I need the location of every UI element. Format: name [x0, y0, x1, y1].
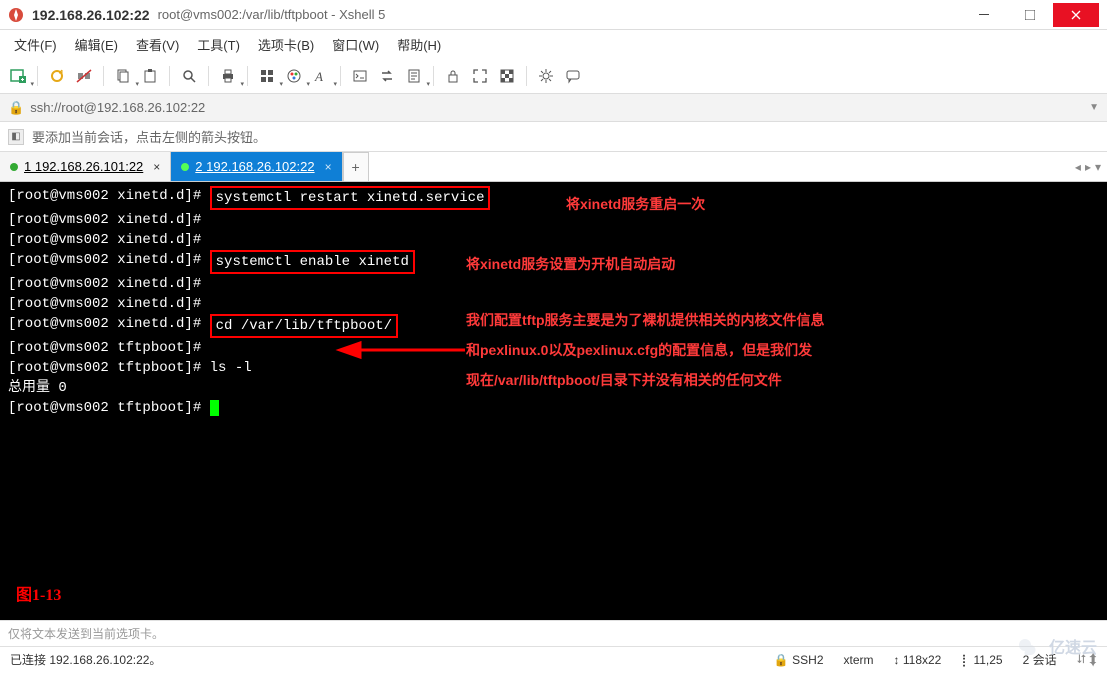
tab-label: 1 192.168.26.101:22: [24, 159, 143, 174]
menu-view[interactable]: 查看(V): [128, 31, 187, 58]
toolbar-separator: [103, 66, 104, 86]
tab-next-icon[interactable]: ▸: [1085, 160, 1091, 174]
prompt: [root@vms002 xinetd.d]#: [8, 314, 201, 334]
chat-icon[interactable]: [561, 64, 585, 88]
log-icon[interactable]: [402, 64, 426, 88]
prompt: [root@vms002 tftpboot]#: [8, 358, 201, 378]
toolbar-separator: [37, 66, 38, 86]
cursor: [210, 400, 219, 416]
transparency-icon[interactable]: [495, 64, 519, 88]
cmd-box: cd /var/lib/tftpboot/: [210, 314, 398, 338]
status-dot-icon: [181, 163, 189, 171]
figure-label: 图1-13: [16, 586, 61, 606]
status-ssh: 🔒 SSH2: [774, 653, 824, 667]
input-hint-bar[interactable]: 仅将文本发送到当前选项卡。: [0, 620, 1107, 646]
new-session-icon[interactable]: [6, 64, 30, 88]
print-icon[interactable]: [216, 64, 240, 88]
status-term: xterm: [844, 653, 874, 667]
session-tab-2[interactable]: 2 192.168.26.102:22 ×: [171, 152, 342, 181]
find-icon[interactable]: [177, 64, 201, 88]
toolbar-separator: [433, 66, 434, 86]
status-connection: 已连接 192.168.26.102:22。: [10, 651, 161, 668]
menu-file[interactable]: 文件(F): [6, 31, 65, 58]
menu-bar: 文件(F) 编辑(E) 查看(V) 工具(T) 选项卡(B) 窗口(W) 帮助(…: [0, 30, 1107, 58]
toolbar-separator: [247, 66, 248, 86]
title-path: root@vms002:/var/lib/tftpboot - Xshell 5: [158, 7, 386, 22]
hint-badge-icon[interactable]: ◧: [8, 129, 24, 145]
settings-icon[interactable]: [534, 64, 558, 88]
url-bar[interactable]: 🔒 ssh://root@192.168.26.102:22 ▼: [0, 94, 1107, 122]
status-sessions: 2 会话: [1023, 651, 1057, 668]
menu-window[interactable]: 窗口(W): [324, 31, 387, 58]
status-size: ↕ 118x22: [894, 653, 942, 667]
annotation: 将xinetd服务重启一次: [566, 194, 705, 214]
status-dot-icon: [10, 163, 18, 171]
script-icon[interactable]: [348, 64, 372, 88]
annotation: 我们配置tftp服务主要是为了裸机提供相关的内核文件信息: [466, 310, 825, 330]
paste-icon[interactable]: [138, 64, 162, 88]
cmd-box: systemctl restart xinetd.service: [210, 186, 491, 210]
new-tab-button[interactable]: +: [343, 152, 369, 181]
url-text: ssh://root@192.168.26.102:22: [30, 100, 205, 115]
cmd-box: systemctl enable xinetd: [210, 250, 415, 274]
hint-bar: ◧ 要添加当前会话，点击左侧的箭头按钮。: [0, 122, 1107, 152]
prompt: [root@vms002 tftpboot]#: [8, 398, 201, 418]
tab-label: 2 192.168.26.102:22: [195, 159, 314, 174]
prompt: [root@vms002 xinetd.d]#: [8, 230, 1099, 250]
fullscreen-icon[interactable]: [468, 64, 492, 88]
prompt: [root@vms002 xinetd.d]#: [8, 250, 201, 270]
hint-text: 要添加当前会话，点击左侧的箭头按钮。: [32, 127, 266, 146]
tab-prev-icon[interactable]: ◂: [1075, 160, 1081, 174]
annotation: 和pexlinux.0以及pexlinux.cfg的配置信息，但是我们发: [466, 340, 812, 360]
svg-text:A: A: [314, 69, 323, 84]
prompt: [root@vms002 xinetd.d]#: [8, 210, 1099, 230]
terminal[interactable]: [root@vms002 xinetd.d]# systemctl restar…: [0, 182, 1107, 620]
menu-help[interactable]: 帮助(H): [389, 31, 449, 58]
annotation: 现在/var/lib/tftpboot/目录下并没有相关的任何文件: [466, 370, 782, 390]
menu-edit[interactable]: 编辑(E): [67, 31, 126, 58]
prompt: [root@vms002 xinetd.d]#: [8, 186, 201, 206]
status-pos: ⡇ 11,25: [961, 653, 1002, 667]
tab-nav: ◂ ▸ ▾: [1069, 152, 1107, 181]
tab-close-icon[interactable]: ×: [325, 160, 332, 174]
properties-icon[interactable]: [255, 64, 279, 88]
status-arrows[interactable]: ⮃ ⬍: [1077, 652, 1097, 667]
title-ip: 192.168.26.102:22: [32, 7, 150, 23]
toolbar-separator: [169, 66, 170, 86]
cmd: ls -l: [210, 358, 252, 378]
transfer-icon[interactable]: [375, 64, 399, 88]
menu-tabs[interactable]: 选项卡(B): [250, 31, 322, 58]
color-scheme-icon[interactable]: [282, 64, 306, 88]
prompt: [root@vms002 xinetd.d]#: [8, 274, 1099, 294]
font-icon[interactable]: A: [309, 64, 333, 88]
toolbar-separator: [526, 66, 527, 86]
disconnect-icon[interactable]: [72, 64, 96, 88]
toolbar-separator: [340, 66, 341, 86]
close-button[interactable]: [1053, 3, 1099, 27]
minimize-button[interactable]: [961, 3, 1007, 27]
dropdown-icon[interactable]: ▼: [1089, 102, 1099, 113]
input-hint-text: 仅将文本发送到当前选项卡。: [8, 625, 164, 642]
session-tab-1[interactable]: 1 192.168.26.101:22 ×: [0, 152, 171, 181]
tab-close-icon[interactable]: ×: [153, 160, 160, 174]
tab-list-icon[interactable]: ▾: [1095, 160, 1101, 174]
status-bar: 已连接 192.168.26.102:22。 🔒 SSH2 xterm ↕ 11…: [0, 646, 1107, 672]
maximize-button[interactable]: [1007, 3, 1053, 27]
tab-strip: 1 192.168.26.101:22 × 2 192.168.26.102:2…: [0, 152, 1107, 182]
menu-tools[interactable]: 工具(T): [189, 31, 248, 58]
toolbar-separator: [208, 66, 209, 86]
title-bar: 192.168.26.102:22 root@vms002:/var/lib/t…: [0, 0, 1107, 30]
annotation: 将xinetd服务设置为开机自动启动: [466, 254, 675, 274]
window-controls: [961, 3, 1099, 27]
app-icon: [8, 7, 24, 23]
lock-small-icon: 🔒: [8, 100, 24, 116]
reconnect-icon[interactable]: [45, 64, 69, 88]
lock-icon[interactable]: [441, 64, 465, 88]
copy-icon[interactable]: [111, 64, 135, 88]
toolbar: A: [0, 58, 1107, 94]
